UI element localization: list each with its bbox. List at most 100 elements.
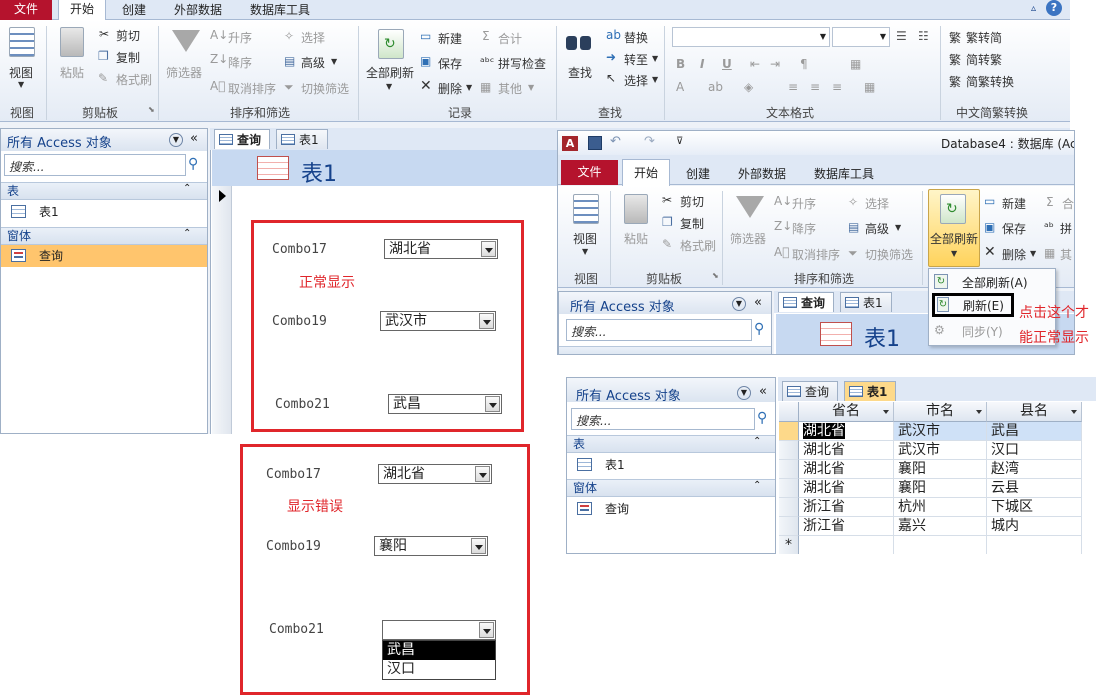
new-row-selector[interactable]: * [779, 536, 799, 554]
fill-color-icon[interactable]: ◈ [744, 80, 753, 94]
inset-funnel-icon[interactable] [736, 196, 764, 218]
ds-corner-select-all[interactable] [779, 402, 799, 422]
dropdown-arrow-icon[interactable] [471, 538, 486, 554]
column-filter-arrow-icon[interactable] [976, 410, 982, 414]
advanced-dropdown-icon[interactable]: ▼ [331, 57, 337, 66]
nav-group-forms[interactable]: 窗体 [1, 227, 207, 245]
highlight-icon[interactable]: ab [708, 80, 723, 94]
clear-sort-button[interactable]: 取消排序 [228, 80, 276, 97]
funnel-icon[interactable] [172, 30, 200, 52]
quick-save-icon[interactable] [588, 136, 602, 150]
inset-refresh-dropdown-icon[interactable]: ▼ [951, 249, 957, 258]
table-cell[interactable]: 襄阳 [894, 460, 987, 479]
inset-view-icon[interactable] [573, 194, 599, 224]
column-header[interactable]: 县名 [987, 402, 1082, 422]
ds-nav-collapse-icon[interactable]: « [759, 384, 767, 399]
bold-icon[interactable]: B [676, 57, 685, 71]
customize-qat-icon[interactable]: ⊽ [676, 136, 683, 147]
row-selector[interactable] [779, 441, 799, 460]
dialog-launcher-icon[interactable]: ⬊ [148, 105, 155, 114]
more-icon[interactable]: ▦ [480, 80, 491, 94]
inset-more-icon[interactable]: ▦ [1044, 246, 1055, 260]
ds-nav-group-tables[interactable]: 表 [567, 435, 775, 453]
inset-view-label[interactable]: 视图 [573, 230, 597, 247]
dropdown-option[interactable]: 汉口 [383, 660, 495, 679]
binoculars-icon[interactable] [566, 30, 592, 52]
copy-icon[interactable]: ❐ [98, 49, 109, 63]
dropdown-option[interactable]: 武昌 [383, 641, 495, 660]
inset-refresh-all-label[interactable]: 全部刷新 [930, 230, 978, 247]
inset-sigma-icon[interactable]: Σ [1046, 195, 1054, 209]
view-button-icon[interactable] [9, 27, 35, 57]
ds-doc-tab-query[interactable]: 查询 [782, 381, 839, 401]
simp-to-trad-icon[interactable]: 繁 [949, 51, 961, 68]
inset-tab-create[interactable]: 创建 [686, 165, 710, 182]
toggle-filter-button[interactable]: 切换筛选 [301, 80, 349, 97]
column-header[interactable]: 省名 [799, 402, 894, 422]
inset-tab-home[interactable]: 开始 [622, 159, 670, 186]
inset-sort-ascending-button[interactable]: 升序 [792, 195, 816, 212]
new-row-cell[interactable] [987, 536, 1082, 554]
sigma-icon[interactable]: Σ [482, 29, 490, 43]
tab-home[interactable]: 开始 [58, 0, 106, 21]
inset-new-icon[interactable]: ▭ [984, 194, 995, 208]
dropdown-arrow-icon[interactable] [479, 313, 494, 329]
column-header[interactable]: 市名 [894, 402, 987, 422]
ds-search-icon[interactable]: ⚲ [757, 410, 767, 426]
nav-search-input[interactable]: 搜索... [4, 154, 186, 176]
table-cell[interactable]: 湖北省 [799, 479, 894, 498]
combo19-normal[interactable]: 武汉市 [380, 311, 496, 331]
inset-toggle-filter-button[interactable]: 切换筛选 [865, 246, 913, 263]
menu-item-refresh-all[interactable]: ↻ 全部刷新(A) [934, 272, 1052, 292]
inset-nav-search-input[interactable]: 搜索... [566, 319, 752, 341]
trad-to-simp-icon[interactable]: 繁 [949, 29, 961, 46]
inset-format-painter-button[interactable]: 格式刷 [680, 237, 716, 254]
minimize-ribbon-icon[interactable]: ▵ [1031, 3, 1036, 14]
ds-collapse-group-icon[interactable]: ⌃ [753, 480, 761, 491]
goto-icon[interactable]: ➜ [606, 50, 616, 64]
combo21-dropdown-list[interactable]: 武昌 汉口 [382, 640, 496, 680]
inset-doc-tab-table1[interactable]: 表1 [840, 292, 892, 312]
table-cell[interactable]: 浙江省 [799, 498, 894, 517]
nav-group-tables[interactable]: 表 [1, 182, 207, 200]
italic-icon[interactable]: I [700, 57, 704, 71]
combo17-normal[interactable]: 湖北省 [384, 239, 498, 259]
table-cell[interactable]: 赵湾 [987, 460, 1082, 479]
selection-filter-icon[interactable]: ✧ [284, 29, 294, 43]
alt-row-color-icon[interactable]: ▦ [864, 80, 875, 94]
nav-collapse-icon[interactable]: « [190, 131, 198, 146]
advanced-filter-icon[interactable]: ▤ [284, 54, 295, 68]
column-filter-arrow-icon[interactable] [1071, 410, 1077, 414]
inset-toggle-filter-icon[interactable]: ⏷ [848, 246, 858, 261]
inset-search-icon[interactable]: ⚲ [754, 321, 764, 337]
help-icon[interactable]: ? [1046, 0, 1062, 16]
ds-doc-tab-table1[interactable]: 表1 [844, 381, 897, 401]
ds-collapse-group-icon[interactable]: ⌃ [753, 436, 761, 447]
inset-nav-chevron-icon[interactable]: ▼ [732, 297, 746, 311]
align-center-icon[interactable]: ≡ [810, 80, 820, 94]
new-record-button[interactable]: 新建 [438, 30, 462, 47]
inset-spelling-button[interactable]: 拼 [1060, 220, 1072, 237]
inset-paste-label[interactable]: 粘贴 [624, 230, 648, 247]
row-selector[interactable] [779, 479, 799, 498]
format-painter-button[interactable]: 格式刷 [116, 71, 152, 88]
row-selector[interactable] [779, 498, 799, 517]
replace-icon[interactable]: ab [606, 28, 621, 42]
inset-save-icon[interactable]: ▣ [984, 220, 995, 234]
table-cell[interactable]: 云县 [987, 479, 1082, 498]
inset-nav-title[interactable]: 所有 Access 对象 [570, 296, 675, 315]
inset-clear-sort-button[interactable]: 取消排序 [792, 246, 840, 263]
tab-create[interactable]: 创建 [122, 1, 146, 18]
outdent-icon[interactable]: ⇥ [770, 57, 780, 71]
dropdown-arrow-icon[interactable] [475, 466, 490, 482]
indent-icon[interactable]: ⇤ [750, 57, 760, 71]
inset-view-dropdown-icon[interactable]: ▼ [582, 247, 588, 256]
toggle-filter-icon[interactable]: ⏷ [284, 80, 294, 95]
ds-nav-item-query-form[interactable]: 查询 [567, 498, 775, 520]
tab-external-data[interactable]: 外部数据 [174, 1, 222, 18]
inset-delete-dropdown-icon[interactable]: ▼ [1030, 249, 1036, 258]
selection-filter-button[interactable]: 选择 [301, 29, 325, 46]
table-cell[interactable]: 下城区 [987, 498, 1082, 517]
inset-delete-button[interactable]: 删除 [1002, 246, 1026, 263]
save-record-button[interactable]: 保存 [438, 55, 462, 72]
